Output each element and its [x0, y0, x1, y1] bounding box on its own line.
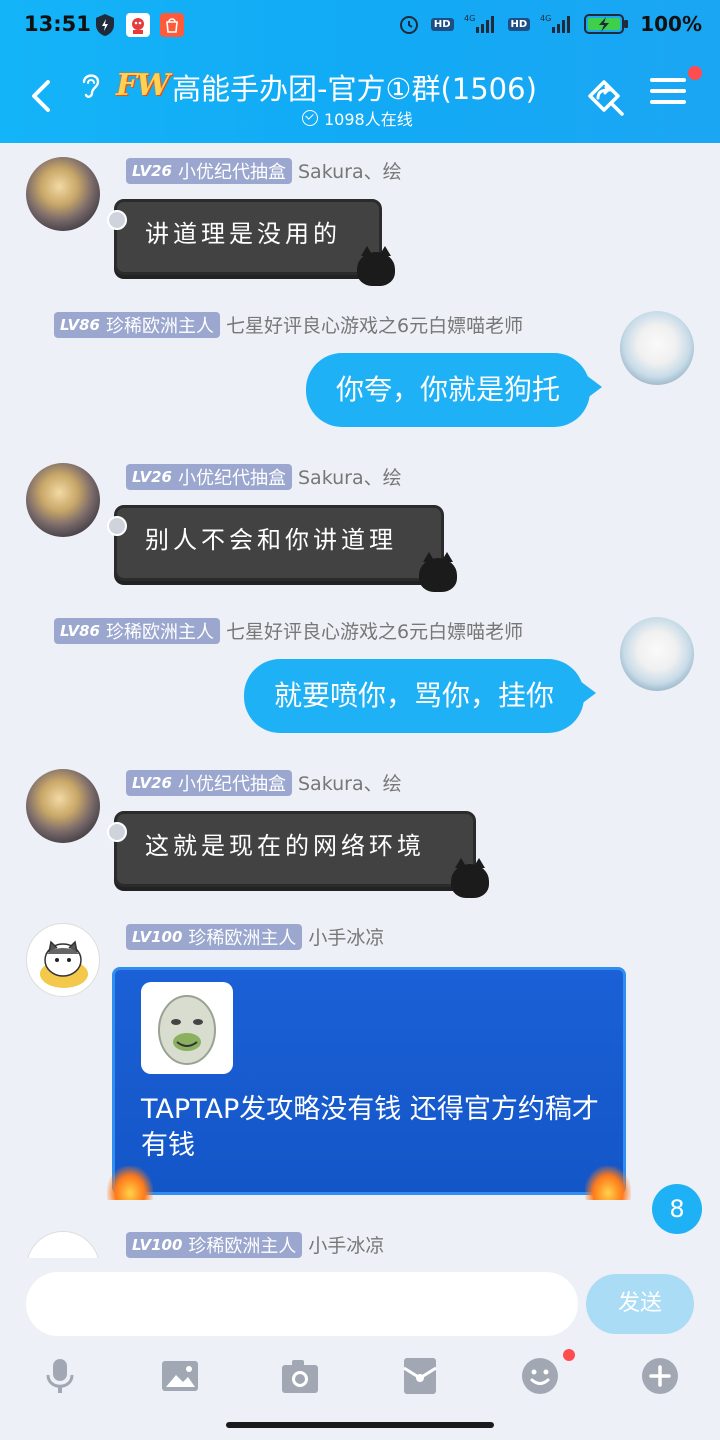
sender-nick[interactable]: 七星好评良心游戏之6元白嫖喵老师	[226, 311, 523, 338]
message-text: 就要喷你，骂你，挂你	[274, 679, 555, 712]
image-icon[interactable]	[160, 1356, 200, 1396]
message-text: 别人不会和你讲道理	[145, 526, 397, 554]
battery-percent: 100%	[640, 12, 702, 36]
back-button[interactable]	[26, 76, 56, 116]
level-badge: LV26 小优纪代抽盒	[126, 769, 292, 796]
sender-line: LV86 珍稀欧洲主人 七星好评良心游戏之6元白嫖喵老师	[54, 617, 523, 644]
level-badge: LV86 珍稀欧洲主人	[54, 617, 220, 644]
battery-icon	[584, 14, 629, 34]
message-bubble[interactable]: 你夸，你就是狗托	[306, 353, 603, 427]
message-input[interactable]	[26, 1272, 578, 1336]
status-right: HD 4G HD 4G 100%	[397, 12, 702, 36]
alarm-icon	[399, 16, 418, 34]
avatar[interactable]	[26, 463, 100, 537]
message-bubble[interactable]: 就要喷你，骂你，挂你	[244, 659, 597, 733]
sender-nick[interactable]: Sakura、绘	[298, 463, 402, 490]
input-bar: 发送	[0, 1258, 720, 1440]
avatar[interactable]	[620, 617, 694, 691]
svg-text:4G: 4G	[464, 14, 475, 23]
check-circle-icon	[302, 110, 318, 126]
menu-line	[650, 89, 686, 93]
menu-line	[650, 100, 686, 104]
sender-line: LV86 珍稀欧洲主人 七星好评良心游戏之6元白嫖喵老师	[54, 311, 523, 338]
emoji-icon[interactable]	[520, 1356, 560, 1396]
level-badge: LV86 珍稀欧洲主人	[54, 311, 220, 338]
online-count-label: 1098人在线	[324, 110, 413, 129]
message-text: 讲道理是没用的	[145, 220, 341, 248]
hd-badge: HD	[430, 17, 454, 31]
sender-line: LV100 珍稀欧洲主人 小手冰凉	[126, 1231, 384, 1258]
plus-icon[interactable]	[640, 1356, 680, 1396]
sender-nick[interactable]: 小手冰凉	[308, 923, 384, 950]
sender-line: LV26 小优纪代抽盒 Sakura、绘	[126, 157, 402, 184]
app-notification-icon	[126, 13, 150, 37]
status-bar: 13:51 HD 4G HD 4G 100%	[0, 0, 720, 52]
flame-icon	[585, 1166, 631, 1200]
level-badge: LV100 珍稀欧洲主人	[126, 1231, 303, 1258]
unread-count-badge[interactable]: 8	[652, 1184, 702, 1234]
sender-line: LV26 小优纪代抽盒 Sakura、绘	[126, 463, 402, 490]
shield-icon	[96, 14, 114, 36]
sender-nick[interactable]: 七星好评良心游戏之6元白嫖喵老师	[226, 617, 523, 644]
avatar[interactable]	[26, 157, 100, 231]
level-badge: LV26 小优纪代抽盒	[126, 157, 292, 184]
black-cat-icon	[451, 858, 489, 898]
sparkle-icon	[107, 822, 127, 842]
avatar[interactable]	[26, 1231, 100, 1258]
sender-nick[interactable]: 小手冰凉	[308, 1231, 384, 1258]
hd-badge-2: HD	[507, 17, 531, 31]
flame-icon	[107, 1166, 153, 1200]
send-button[interactable]: 发送	[586, 1274, 694, 1334]
page-title[interactable]: 高能手办团-官方①群(1506)	[172, 66, 537, 108]
message-bubble[interactable]: 别人不会和你讲道理	[107, 505, 457, 592]
emoji-notification-dot	[563, 1349, 575, 1361]
sender-line: LV100 珍稀欧洲主人 小手冰凉	[126, 923, 384, 950]
sender-line: LV26 小优纪代抽盒 Sakura、绘	[126, 769, 402, 796]
signal-icon-2: 4G	[540, 14, 571, 33]
message-bubble[interactable]: 这就是现在的网络环境	[107, 811, 489, 898]
message-text: TAPTAP发攻略没有钱 还得官方约稿才有钱	[141, 1094, 599, 1161]
menu-button[interactable]	[650, 78, 686, 110]
black-cat-icon	[357, 246, 395, 286]
avatar[interactable]	[620, 311, 694, 385]
sparkle-icon	[107, 210, 127, 230]
level-badge: LV100 珍稀欧洲主人	[126, 923, 303, 950]
svg-text:4G: 4G	[540, 14, 551, 23]
online-count[interactable]: 1098人在线	[302, 106, 413, 130]
signal-icon: 4G	[464, 14, 494, 33]
chat-area[interactable]: LV26 小优纪代抽盒 Sakura、绘 讲道理是没用的 LV86 珍稀欧洲主人 七…	[0, 143, 720, 1258]
level-badge: LV26 小优纪代抽盒	[126, 463, 292, 490]
sender-nick[interactable]: Sakura、绘	[298, 157, 402, 184]
black-cat-icon	[419, 552, 457, 592]
fw-logo: FW	[116, 68, 170, 103]
red-packet-icon[interactable]	[400, 1356, 440, 1396]
home-indicator[interactable]	[226, 1422, 494, 1428]
avatar[interactable]	[26, 769, 100, 843]
cat-avatar-icon	[40, 940, 88, 988]
status-time: 13:51	[24, 12, 91, 36]
message-text: 这就是现在的网络环境	[145, 832, 425, 860]
notification-dot	[688, 66, 702, 80]
microphone-icon[interactable]	[40, 1356, 80, 1396]
message-bubble[interactable]: 讲道理是没用的	[107, 199, 395, 286]
sender-nick[interactable]: Sakura、绘	[298, 769, 402, 796]
message-text: 你夸，你就是狗托	[336, 373, 561, 406]
header: 13:51 HD 4G HD 4G 100% FW 高能手办团-官方①群(150…	[0, 0, 720, 143]
menu-line	[650, 78, 686, 82]
meme-emoji-image[interactable]	[141, 982, 233, 1074]
share-icon[interactable]	[582, 74, 626, 118]
sparkle-icon	[107, 516, 127, 536]
avatar[interactable]	[26, 923, 100, 997]
shop-notification-icon	[160, 13, 184, 37]
message-bubble[interactable]: TAPTAP发攻略没有钱 还得官方约稿才有钱	[107, 967, 631, 1200]
camera-icon[interactable]	[280, 1356, 320, 1396]
ear-icon[interactable]	[78, 70, 104, 100]
